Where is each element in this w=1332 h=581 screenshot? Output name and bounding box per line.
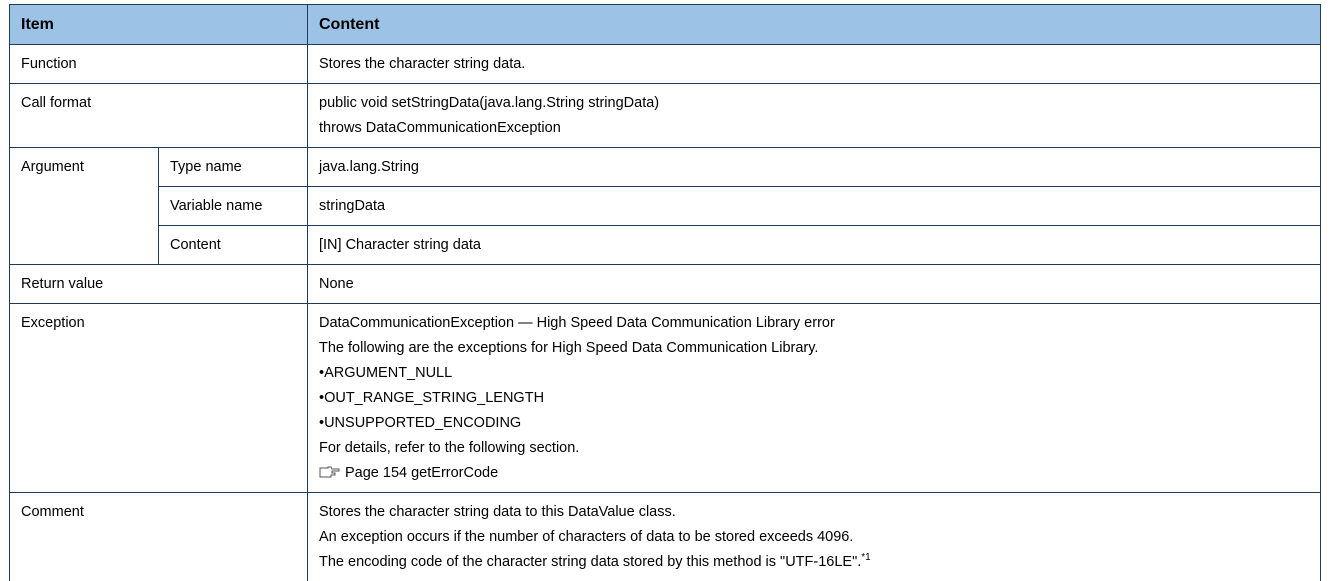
exception-reference[interactable]: Page 154 getErrorCode bbox=[319, 463, 1309, 483]
exception-class: DataCommunicationException — High Speed … bbox=[319, 313, 1309, 333]
call-format-throws: throws DataCommunicationException bbox=[319, 118, 1309, 138]
comment-line-1: Stores the character string data to this… bbox=[319, 502, 1309, 522]
header-row: Item Content bbox=[10, 5, 1321, 45]
row-return-value: Return value None bbox=[10, 265, 1321, 304]
row-exception: Exception DataCommunicationException — H… bbox=[10, 304, 1321, 493]
type-name-value: java.lang.String bbox=[308, 148, 1321, 187]
content-value: [IN] Character string data bbox=[308, 226, 1321, 265]
footnote-mark: *1 bbox=[861, 552, 870, 563]
function-value: Stores the character string data. bbox=[308, 45, 1321, 84]
comment-line-2: An exception occurs if the number of cha… bbox=[319, 527, 1309, 547]
type-name-label: Type name bbox=[159, 148, 308, 187]
return-value-value: None bbox=[308, 265, 1321, 304]
bullet-text: ARGUMENT_NULL bbox=[324, 365, 452, 381]
reference-pointer-icon bbox=[319, 466, 341, 478]
exception-details: For details, refer to the following sect… bbox=[319, 438, 1309, 458]
function-label: Function bbox=[10, 45, 308, 84]
row-argument-variable: Variable name stringData bbox=[10, 187, 1321, 226]
row-call-format: Call format public void setStringData(ja… bbox=[10, 84, 1321, 148]
comment-value: Stores the character string data to this… bbox=[308, 493, 1321, 581]
exception-value: DataCommunicationException — High Speed … bbox=[308, 304, 1321, 493]
comment-line-3: The encoding code of the character strin… bbox=[319, 552, 1309, 572]
call-format-label: Call format bbox=[10, 84, 308, 148]
exception-bullet-argument-null: ARGUMENT_NULL bbox=[319, 363, 1309, 383]
exception-bullet-out-range: OUT_RANGE_STRING_LENGTH bbox=[319, 388, 1309, 408]
return-value-label: Return value bbox=[10, 265, 308, 304]
spec-table: Item Content Function Stores the charact… bbox=[9, 4, 1321, 581]
call-format-signature: public void setStringData(java.lang.Stri… bbox=[319, 93, 1309, 113]
comment-label: Comment bbox=[10, 493, 308, 581]
call-format-value: public void setStringData(java.lang.Stri… bbox=[308, 84, 1321, 148]
header-content: Content bbox=[308, 5, 1321, 45]
row-argument-content: Content [IN] Character string data bbox=[10, 226, 1321, 265]
variable-name-value: stringData bbox=[308, 187, 1321, 226]
row-function: Function Stores the character string dat… bbox=[10, 45, 1321, 84]
exception-intro: The following are the exceptions for Hig… bbox=[319, 338, 1309, 358]
bullet-text: UNSUPPORTED_ENCODING bbox=[324, 415, 521, 431]
exception-label: Exception bbox=[10, 304, 308, 493]
row-comment: Comment Stores the character string data… bbox=[10, 493, 1321, 581]
comment-line-3-text: The encoding code of the character strin… bbox=[319, 554, 861, 570]
reference-link[interactable]: Page 154 getErrorCode bbox=[345, 465, 498, 481]
bullet-text: OUT_RANGE_STRING_LENGTH bbox=[324, 390, 544, 406]
content-label: Content bbox=[159, 226, 308, 265]
argument-label: Argument bbox=[10, 148, 159, 265]
row-argument-type: Argument Type name java.lang.String bbox=[10, 148, 1321, 187]
variable-name-label: Variable name bbox=[159, 187, 308, 226]
exception-bullet-unsupported-encoding: UNSUPPORTED_ENCODING bbox=[319, 413, 1309, 433]
header-item: Item bbox=[10, 5, 308, 45]
